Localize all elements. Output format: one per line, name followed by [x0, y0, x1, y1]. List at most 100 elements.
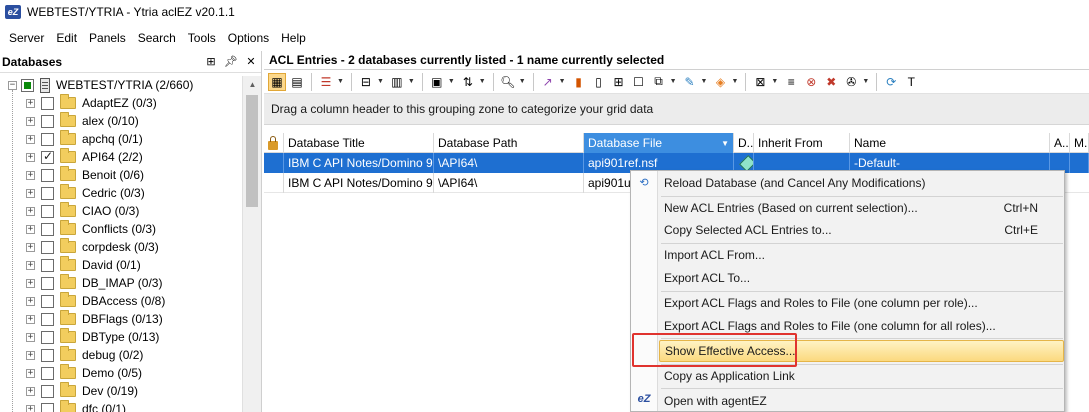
remove-icon[interactable]: ⊗	[802, 73, 820, 91]
settings-grid-icon[interactable]: ⊠	[751, 73, 769, 91]
tree-item-checkbox[interactable]	[41, 366, 54, 380]
tree-item-checkbox[interactable]	[41, 114, 54, 128]
tree-item-checkbox[interactable]	[41, 186, 54, 200]
tree-item[interactable]: + CIAO (0/3)	[0, 202, 242, 220]
expand-icon[interactable]: +	[26, 170, 35, 180]
tree-item[interactable]: + Benoit (0/6)	[0, 166, 242, 184]
tree-item[interactable]: + alex (0/10)	[0, 112, 242, 130]
expand-icon[interactable]: +	[26, 134, 35, 144]
expand-icon[interactable]: +	[26, 116, 35, 126]
expand-icon[interactable]: +	[26, 332, 35, 342]
export-icon[interactable]: ↗	[539, 73, 557, 91]
grid-view-alt-icon[interactable]: ▤	[288, 73, 306, 91]
tree-item-checkbox[interactable]	[41, 402, 54, 412]
list-icon[interactable]: ≡	[782, 73, 800, 91]
tree-item-checkbox[interactable]	[41, 204, 54, 218]
tree-item-checkbox[interactable]	[41, 276, 54, 290]
sort-icon[interactable]: ⇅	[459, 73, 477, 91]
tree-item[interactable]: + Cedric (0/3)	[0, 184, 242, 202]
tree-item[interactable]: + dfc (0/1)	[0, 400, 242, 412]
menu-item-open-agentez[interactable]: Open with agentEZ	[659, 390, 1064, 412]
pin-icon[interactable]: 📌︎	[224, 56, 238, 68]
expand-icon[interactable]: +	[26, 260, 35, 270]
menu-options[interactable]: Options	[222, 26, 275, 50]
delete-icon[interactable]: ✖	[822, 73, 840, 91]
menu-search[interactable]: Search	[132, 26, 182, 50]
tree-item[interactable]: + corpdesk (0/3)	[0, 238, 242, 256]
tree-root[interactable]: − WEBTEST/YTRIA (2/660)	[0, 76, 242, 94]
col-d[interactable]: D..	[734, 133, 754, 153]
expand-icon[interactable]: +	[26, 206, 35, 216]
tree-item[interactable]: + DB_IMAP (0/3)	[0, 274, 242, 292]
menu-tools[interactable]: Tools	[182, 26, 222, 50]
tree-item-checkbox[interactable]	[41, 96, 54, 110]
expand-icon[interactable]: +	[26, 152, 35, 162]
tree-item[interactable]: + apchq (0/1)	[0, 130, 242, 148]
expand-icon[interactable]: +	[26, 386, 35, 396]
menu-item-import-acl[interactable]: Import ACL From...	[659, 244, 1064, 266]
tree-item-checkbox[interactable]	[41, 384, 54, 398]
tree-item-checkbox[interactable]	[41, 168, 54, 182]
col-a[interactable]: A..	[1050, 133, 1070, 153]
tree-item[interactable]: + debug (0/2)	[0, 346, 242, 364]
refresh-icon[interactable]: ⟳	[882, 73, 900, 91]
tree-item[interactable]: + DBType (0/13)	[0, 328, 242, 346]
tree-item[interactable]: + DBAccess (0/8)	[0, 292, 242, 310]
tree-item-checkbox[interactable]	[41, 132, 54, 146]
rows-icon[interactable]: ▥	[388, 73, 406, 91]
chart-icon[interactable]: ▮	[570, 73, 588, 91]
tree-item[interactable]: + API64 (2/2)	[0, 148, 242, 166]
layout-icon[interactable]: ⧉	[650, 73, 668, 91]
expand-icon[interactable]: +	[26, 314, 35, 324]
scroll-up-icon[interactable]: ▲	[243, 76, 262, 93]
tree-item[interactable]: + Demo (0/5)	[0, 364, 242, 382]
col-name[interactable]: Name	[850, 133, 1050, 153]
col-inherit-from[interactable]: Inherit From	[754, 133, 850, 153]
menu-server[interactable]: Server	[3, 26, 50, 50]
menu-item-export-flags-per-role[interactable]: Export ACL Flags and Roles to File (one …	[659, 292, 1064, 314]
grid-view-icon[interactable]: ▦	[268, 72, 286, 91]
menu-item-copy-acl-entries[interactable]: Copy Selected ACL Entries to... Ctrl+E	[659, 219, 1064, 241]
select-icon[interactable]: ☐	[630, 73, 648, 91]
menu-edit[interactable]: Edit	[50, 26, 83, 50]
tree-item-checkbox[interactable]	[41, 240, 54, 254]
close-icon[interactable]: ✕	[245, 56, 257, 68]
database-tree[interactable]: − WEBTEST/YTRIA (2/660) + AdaptEZ (0/3) + a…	[0, 76, 242, 412]
tree-item[interactable]: + AdaptEZ (0/3)	[0, 94, 242, 112]
col-database-title[interactable]: Database Title	[284, 133, 434, 153]
tree-item-checkbox[interactable]	[41, 222, 54, 236]
col-database-path[interactable]: Database Path	[434, 133, 584, 153]
menu-help[interactable]: Help	[275, 26, 312, 50]
tools-icon[interactable]: ✇	[842, 73, 860, 91]
collapse-icon[interactable]: −	[8, 80, 17, 90]
tree-item-checkbox[interactable]	[41, 294, 54, 308]
expand-icon[interactable]: +	[26, 368, 35, 378]
tree-item[interactable]: + DBFlags (0/13)	[0, 310, 242, 328]
col-m[interactable]: M.	[1070, 133, 1089, 153]
mark-icon[interactable]: ◈	[711, 73, 729, 91]
report-icon[interactable]: ▯	[590, 73, 608, 91]
tree-item[interactable]: + Dev (0/19)	[0, 382, 242, 400]
grid-icon[interactable]: ⊞	[205, 56, 217, 68]
expand-icon[interactable]: +	[26, 224, 35, 234]
search-icon[interactable]: 🔍︎	[499, 73, 517, 91]
tree-item-checkbox[interactable]	[41, 312, 54, 326]
tree-item[interactable]: + Conflicts (0/3)	[0, 220, 242, 238]
expand-icon[interactable]: +	[26, 278, 35, 288]
menu-panels[interactable]: Panels	[83, 26, 132, 50]
root-checkbox[interactable]	[21, 78, 34, 92]
menu-item-export-acl[interactable]: Export ACL To...	[659, 267, 1064, 289]
col-database-file[interactable]: Database File ▼	[584, 133, 734, 153]
expand-icon[interactable]: +	[26, 188, 35, 198]
tree-item[interactable]: + David (0/1)	[0, 256, 242, 274]
lock-column[interactable]	[264, 133, 284, 153]
tree-item-checkbox[interactable]	[41, 330, 54, 344]
menu-item-copy-app-link[interactable]: Copy as Application Link	[659, 365, 1064, 387]
scroll-thumb[interactable]	[246, 95, 258, 207]
group-icon[interactable]: ▣	[428, 73, 446, 91]
expand-icon[interactable]: +	[26, 242, 35, 252]
columns-icon[interactable]: ☰	[317, 73, 335, 91]
text-icon[interactable]: T	[902, 73, 920, 91]
expand-icon[interactable]: +	[26, 350, 35, 360]
highlight-icon[interactable]: ✎	[681, 73, 699, 91]
